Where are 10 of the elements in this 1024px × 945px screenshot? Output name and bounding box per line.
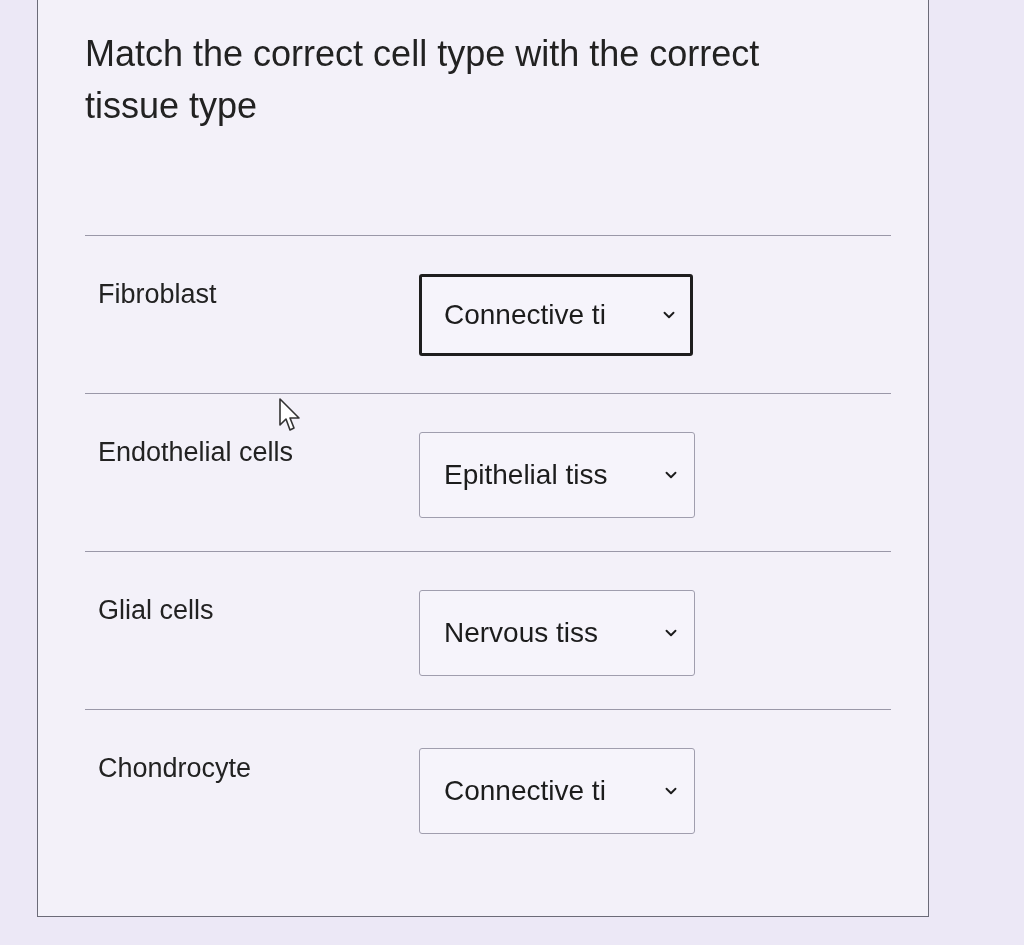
tissue-dropdown[interactable]: Connective ti xyxy=(419,274,693,356)
question-text: Match the correct cell type with the correct tissue type xyxy=(85,32,761,128)
tissue-dropdown[interactable]: Connective ti xyxy=(419,748,695,834)
tissue-dropdown[interactable]: Epithelial tiss xyxy=(419,432,695,518)
cell-type-label: Endothelial cells xyxy=(98,436,294,469)
cell-type-label: Glial cells xyxy=(98,594,214,627)
mouse-pointer-icon xyxy=(278,397,302,433)
cell-type-label: Chondrocyte xyxy=(98,752,252,785)
cell-type-label: Fibroblast xyxy=(98,278,217,311)
tissue-dropdown[interactable]: Nervous tiss xyxy=(419,590,695,676)
